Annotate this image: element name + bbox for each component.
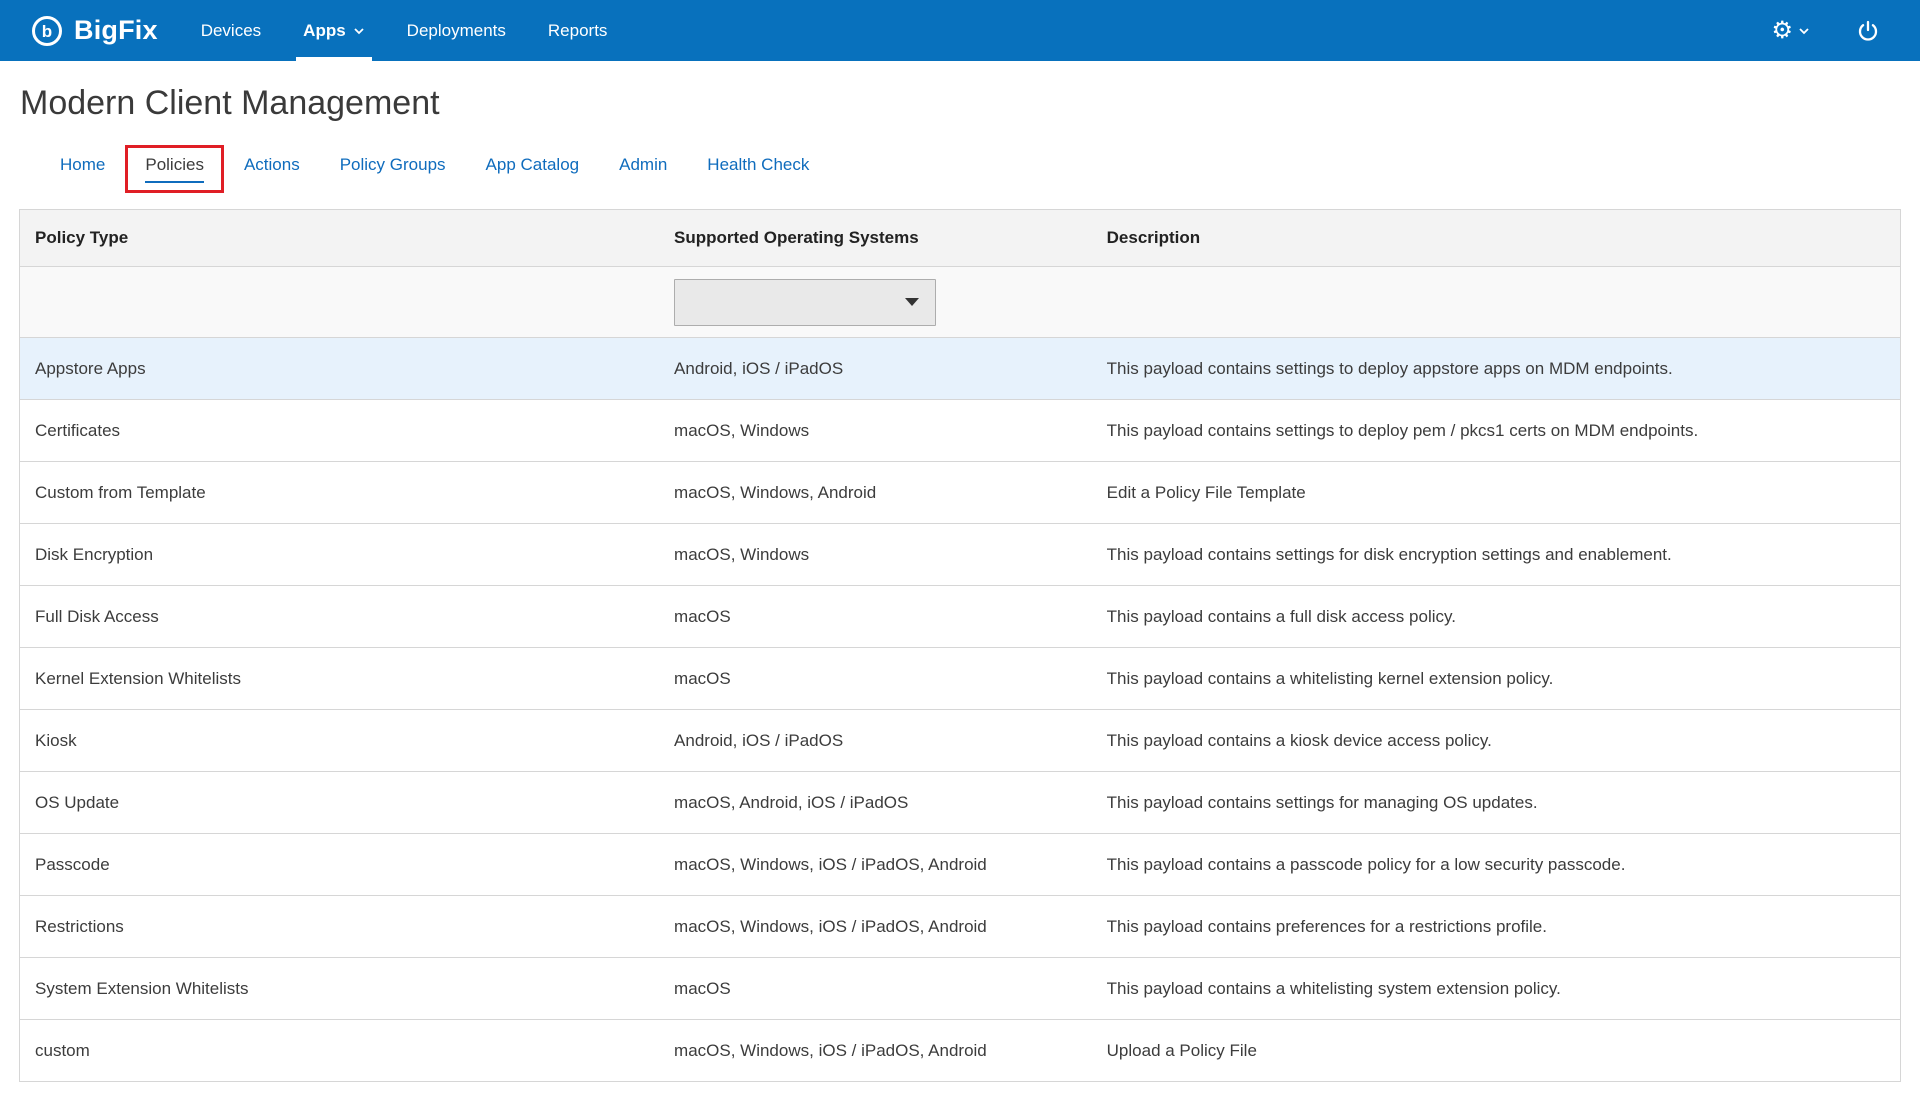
tab-label: Policies [145, 155, 204, 183]
table-row[interactable]: Disk Encryption macOS, Windows This payl… [20, 524, 1901, 586]
policy-type-cell: custom [35, 1041, 90, 1060]
description-cell: This payload contains settings to deploy… [1107, 359, 1673, 378]
gear-icon: ⚙ [1771, 19, 1793, 43]
table-row[interactable]: Custom from Template macOS, Windows, And… [20, 462, 1901, 524]
table-row[interactable]: Kernel Extension Whitelists macOS This p… [20, 648, 1901, 710]
table-row[interactable]: OS Update macOS, Android, iOS / iPadOS T… [20, 772, 1901, 834]
supported-os-cell: macOS, Windows, iOS / iPadOS, Android [674, 855, 987, 874]
brand-name: BigFix [74, 15, 158, 46]
tab-home[interactable]: Home [40, 145, 125, 193]
tab-label: Health Check [707, 155, 809, 183]
nav-item-deployments[interactable]: Deployments [386, 0, 527, 61]
description-cell: This payload contains settings to deploy… [1107, 421, 1699, 440]
column-header-description: Description [1092, 210, 1901, 267]
supported-os-cell: macOS, Android, iOS / iPadOS [674, 793, 908, 812]
filter-row [20, 267, 1901, 338]
tab-app-catalog[interactable]: App Catalog [466, 145, 600, 193]
select-caret-icon [905, 298, 919, 306]
svg-text:b: b [42, 22, 53, 41]
policies-table: Policy Type Supported Operating Systems … [19, 209, 1901, 1082]
policy-type-cell: Kernel Extension Whitelists [35, 669, 241, 688]
table-row[interactable]: Restrictions macOS, Windows, iOS / iPadO… [20, 896, 1901, 958]
table-row[interactable]: System Extension Whitelists macOS This p… [20, 958, 1901, 1020]
main-nav: Devices Apps Deployments Reports [180, 0, 629, 61]
nav-item-devices[interactable]: Devices [180, 0, 282, 61]
nav-item-label: Apps [303, 21, 346, 41]
policy-type-cell: Custom from Template [35, 483, 206, 502]
policy-type-cell: Restrictions [35, 917, 124, 936]
bigfix-logo-icon: b [30, 14, 64, 48]
nav-item-reports[interactable]: Reports [527, 0, 629, 61]
supported-os-cell: macOS [674, 979, 731, 998]
logout-button[interactable] [1856, 19, 1880, 43]
policy-type-cell: Certificates [35, 421, 120, 440]
settings-button[interactable]: ⚙ [1771, 19, 1810, 43]
chevron-down-icon [1798, 27, 1810, 35]
tab-health-check[interactable]: Health Check [687, 145, 829, 193]
table-row[interactable]: Appstore Apps Android, iOS / iPadOS This… [20, 338, 1901, 400]
nav-item-label: Devices [201, 21, 261, 41]
policies-table-container: Policy Type Supported Operating Systems … [0, 193, 1920, 1092]
supported-os-cell: Android, iOS / iPadOS [674, 731, 843, 750]
power-icon [1856, 19, 1880, 43]
tab-label: Admin [619, 155, 667, 183]
supported-os-cell: macOS [674, 607, 731, 626]
description-cell: This payload contains a kiosk device acc… [1107, 731, 1492, 750]
nav-item-label: Deployments [407, 21, 506, 41]
policy-type-cell: System Extension Whitelists [35, 979, 249, 998]
table-body: Appstore Apps Android, iOS / iPadOS This… [20, 338, 1901, 1082]
tab-label: Home [60, 155, 105, 183]
tab-policy-groups[interactable]: Policy Groups [320, 145, 466, 193]
tab-label: App Catalog [486, 155, 580, 183]
supported-os-cell: macOS, Windows, iOS / iPadOS, Android [674, 1041, 987, 1060]
tab-bar: Home Policies Actions Policy Groups App … [40, 145, 1920, 193]
supported-os-cell: macOS, Windows [674, 421, 809, 440]
nav-item-apps[interactable]: Apps [282, 0, 386, 61]
policy-type-cell: Passcode [35, 855, 110, 874]
policy-type-cell: OS Update [35, 793, 119, 812]
supported-os-cell: macOS, Windows [674, 545, 809, 564]
tab-policies[interactable]: Policies [125, 145, 224, 193]
supported-os-cell: macOS [674, 669, 731, 688]
supported-os-cell: macOS, Windows, iOS / iPadOS, Android [674, 917, 987, 936]
description-cell: This payload contains preferences for a … [1107, 917, 1547, 936]
os-filter-select[interactable] [674, 279, 936, 326]
tab-admin[interactable]: Admin [599, 145, 687, 193]
chevron-down-icon [353, 27, 365, 35]
description-cell: This payload contains a whitelisting sys… [1107, 979, 1561, 998]
column-header-supported-os: Supported Operating Systems [659, 210, 1092, 267]
tab-actions[interactable]: Actions [224, 145, 320, 193]
description-cell: This payload contains a whitelisting ker… [1107, 669, 1554, 688]
policy-type-cell: Kiosk [35, 731, 77, 750]
table-row[interactable]: Passcode macOS, Windows, iOS / iPadOS, A… [20, 834, 1901, 896]
supported-os-cell: Android, iOS / iPadOS [674, 359, 843, 378]
table-row[interactable]: Kiosk Android, iOS / iPadOS This payload… [20, 710, 1901, 772]
policy-type-cell: Appstore Apps [35, 359, 146, 378]
bigfix-logo[interactable]: b BigFix [30, 0, 158, 61]
table-row[interactable]: Certificates macOS, Windows This payload… [20, 400, 1901, 462]
description-cell: This payload contains settings for disk … [1107, 545, 1672, 564]
table-header-row: Policy Type Supported Operating Systems … [20, 210, 1901, 267]
description-cell: Edit a Policy File Template [1107, 483, 1306, 502]
tab-label: Actions [244, 155, 300, 183]
policy-type-cell: Full Disk Access [35, 607, 159, 626]
description-cell: This payload contains settings for manag… [1107, 793, 1538, 812]
column-header-policy-type: Policy Type [20, 210, 660, 267]
description-cell: Upload a Policy File [1107, 1041, 1257, 1060]
topbar-right: ⚙ [1771, 0, 1920, 61]
description-cell: This payload contains a passcode policy … [1107, 855, 1626, 874]
top-navigation-bar: b BigFix Devices Apps Deployments Report… [0, 0, 1920, 61]
tab-label: Policy Groups [340, 155, 446, 183]
nav-item-label: Reports [548, 21, 608, 41]
table-row[interactable]: Full Disk Access macOS This payload cont… [20, 586, 1901, 648]
policy-type-cell: Disk Encryption [35, 545, 153, 564]
supported-os-cell: macOS, Windows, Android [674, 483, 876, 502]
table-row[interactable]: custom macOS, Windows, iOS / iPadOS, And… [20, 1020, 1901, 1082]
page-title: Modern Client Management [20, 81, 1920, 125]
description-cell: This payload contains a full disk access… [1107, 607, 1456, 626]
